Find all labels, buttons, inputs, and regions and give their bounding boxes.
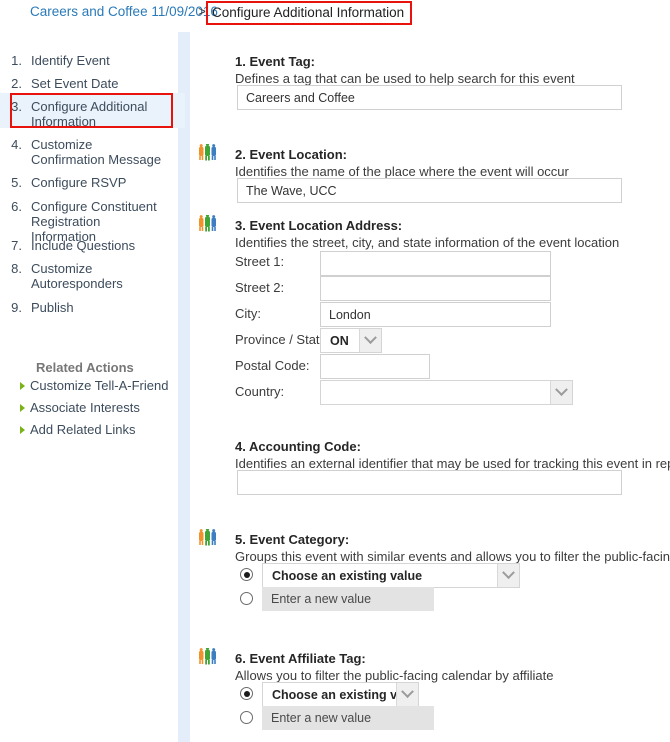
people-group-icon bbox=[198, 142, 218, 161]
sidebar-item-label: Configure Additional Information bbox=[31, 99, 148, 129]
sidebar-item-label: Customize Autoresponders bbox=[31, 261, 123, 291]
sidebar-item-number: 9. bbox=[11, 300, 22, 315]
postal-code-input[interactable] bbox=[320, 354, 430, 379]
event-tag-input[interactable] bbox=[237, 85, 622, 110]
sidebar-item-label: Include Questions bbox=[31, 238, 136, 253]
sidebar-item-publish[interactable]: 9. Publish bbox=[0, 300, 178, 315]
sidebar-item-number: 5. bbox=[11, 175, 22, 190]
sidebar-item-customize-confirmation-message[interactable]: 4. Customize Confirmation Message bbox=[0, 137, 178, 167]
sidebar-item-customize-autoresponders[interactable]: 8. Customize Autoresponders bbox=[0, 261, 178, 291]
section-description: Defines a tag that can be used to help s… bbox=[235, 71, 575, 86]
sidebar-item-label: Set Event Date bbox=[31, 76, 119, 91]
section-description: Identifies an external identifier that m… bbox=[235, 456, 670, 471]
event-category-selected-value: Choose an existing value bbox=[272, 568, 423, 583]
breadcrumb-current-page: Configure Additional Information bbox=[206, 1, 413, 25]
breadcrumb-separator: > bbox=[198, 4, 206, 19]
section-title: 5. Event Category: bbox=[235, 532, 350, 547]
main-content: 1. Event Tag: Defines a tag that can be … bbox=[190, 27, 670, 742]
arrow-bullet-icon bbox=[20, 426, 25, 434]
street2-label: Street 2: bbox=[235, 280, 285, 295]
postal-code-label: Postal Code: bbox=[235, 358, 310, 373]
city-input[interactable] bbox=[320, 302, 551, 327]
event-location-input[interactable] bbox=[237, 178, 622, 203]
section-description: Allows you to filter the public-facing c… bbox=[235, 668, 554, 683]
street1-label: Street 1: bbox=[235, 254, 285, 269]
sidebar-item-number: 4. bbox=[11, 137, 22, 152]
event-category-new-value-input[interactable]: Enter a new value bbox=[262, 587, 434, 611]
event-affiliate-select[interactable]: Choose an existing value bbox=[262, 682, 419, 707]
section-title: 6. Event Affiliate Tag: bbox=[235, 651, 366, 666]
city-label: City: bbox=[235, 306, 261, 321]
event-category-existing-radio[interactable] bbox=[240, 568, 253, 581]
related-action-add-related-links[interactable]: Add Related Links bbox=[20, 422, 136, 437]
event-affiliate-existing-radio[interactable] bbox=[240, 687, 253, 700]
related-action-label: Associate Interests bbox=[30, 400, 140, 415]
sidebar-item-configure-rsvp[interactable]: 5. Configure RSVP bbox=[0, 175, 178, 190]
sidebar-item-number: 7. bbox=[11, 238, 22, 253]
related-action-customize-tell-a-friend[interactable]: Customize Tell-A-Friend bbox=[20, 378, 168, 393]
street2-input[interactable] bbox=[320, 276, 551, 301]
province-state-select[interactable]: ON bbox=[320, 328, 382, 353]
sidebar-item-number: 2. bbox=[11, 76, 22, 91]
sidebar-item-configure-additional-information[interactable]: 3. Configure Additional Information bbox=[0, 99, 178, 129]
people-group-icon bbox=[198, 213, 218, 232]
section-title: 4. Accounting Code: bbox=[235, 439, 361, 454]
event-affiliate-selected-value: Choose an existing value bbox=[272, 687, 396, 702]
chevron-down-icon[interactable] bbox=[550, 381, 572, 404]
event-category-select[interactable]: Choose an existing value bbox=[262, 563, 520, 588]
sidebar-item-identify-event[interactable]: 1. Identify Event bbox=[0, 53, 178, 68]
sidebar-divider bbox=[178, 27, 190, 742]
arrow-bullet-icon bbox=[20, 382, 25, 390]
province-state-label: Province / State: bbox=[235, 332, 331, 347]
accounting-code-input[interactable] bbox=[237, 470, 622, 495]
arrow-bullet-icon bbox=[20, 404, 25, 412]
chevron-down-icon[interactable] bbox=[396, 683, 418, 706]
sidebar-item-number: 1. bbox=[11, 53, 22, 68]
related-actions-heading: Related Actions bbox=[36, 360, 134, 375]
province-state-value: ON bbox=[330, 333, 349, 348]
sidebar-item-label: Configure RSVP bbox=[31, 175, 127, 190]
sidebar-item-label: Customize Confirmation Message bbox=[31, 137, 162, 167]
related-action-associate-interests[interactable]: Associate Interests bbox=[20, 400, 140, 415]
sidebar-item-number: 8. bbox=[11, 261, 22, 276]
divider-notch bbox=[178, 27, 190, 32]
chevron-down-icon[interactable] bbox=[497, 564, 519, 587]
breadcrumb: Careers and Coffee 11/09/2016 > Configur… bbox=[0, 0, 670, 27]
country-label: Country: bbox=[235, 384, 285, 399]
sidebar-item-label: Identify Event bbox=[31, 53, 110, 68]
chevron-down-icon[interactable] bbox=[359, 329, 381, 352]
sidebar-item-set-event-date[interactable]: 2. Set Event Date bbox=[0, 76, 178, 91]
section-title: 1. Event Tag: bbox=[235, 54, 315, 69]
event-affiliate-new-radio[interactable] bbox=[240, 711, 253, 724]
section-description: Identifies the name of the place where t… bbox=[235, 164, 569, 179]
street1-input[interactable] bbox=[320, 251, 551, 276]
related-action-label: Customize Tell-A-Friend bbox=[30, 378, 169, 393]
people-group-icon bbox=[198, 527, 218, 546]
section-description: Identifies the street, city, and state i… bbox=[235, 235, 620, 250]
people-group-icon bbox=[198, 646, 218, 665]
section-title: 3. Event Location Address: bbox=[235, 218, 403, 233]
sidebar-item-include-questions[interactable]: 7. Include Questions bbox=[0, 238, 178, 253]
event-affiliate-new-value-input[interactable]: Enter a new value bbox=[262, 706, 434, 730]
breadcrumb-parent-link[interactable]: Careers and Coffee 11/09/2016 bbox=[30, 4, 218, 19]
section-description: Groups this event with similar events an… bbox=[235, 549, 670, 564]
event-category-new-radio[interactable] bbox=[240, 592, 253, 605]
sidebar-item-number: 3. bbox=[11, 99, 22, 114]
country-select[interactable] bbox=[320, 380, 573, 405]
sidebar-item-label: Publish bbox=[31, 300, 74, 315]
section-title: 2. Event Location: bbox=[235, 147, 347, 162]
related-action-label: Add Related Links bbox=[30, 422, 136, 437]
